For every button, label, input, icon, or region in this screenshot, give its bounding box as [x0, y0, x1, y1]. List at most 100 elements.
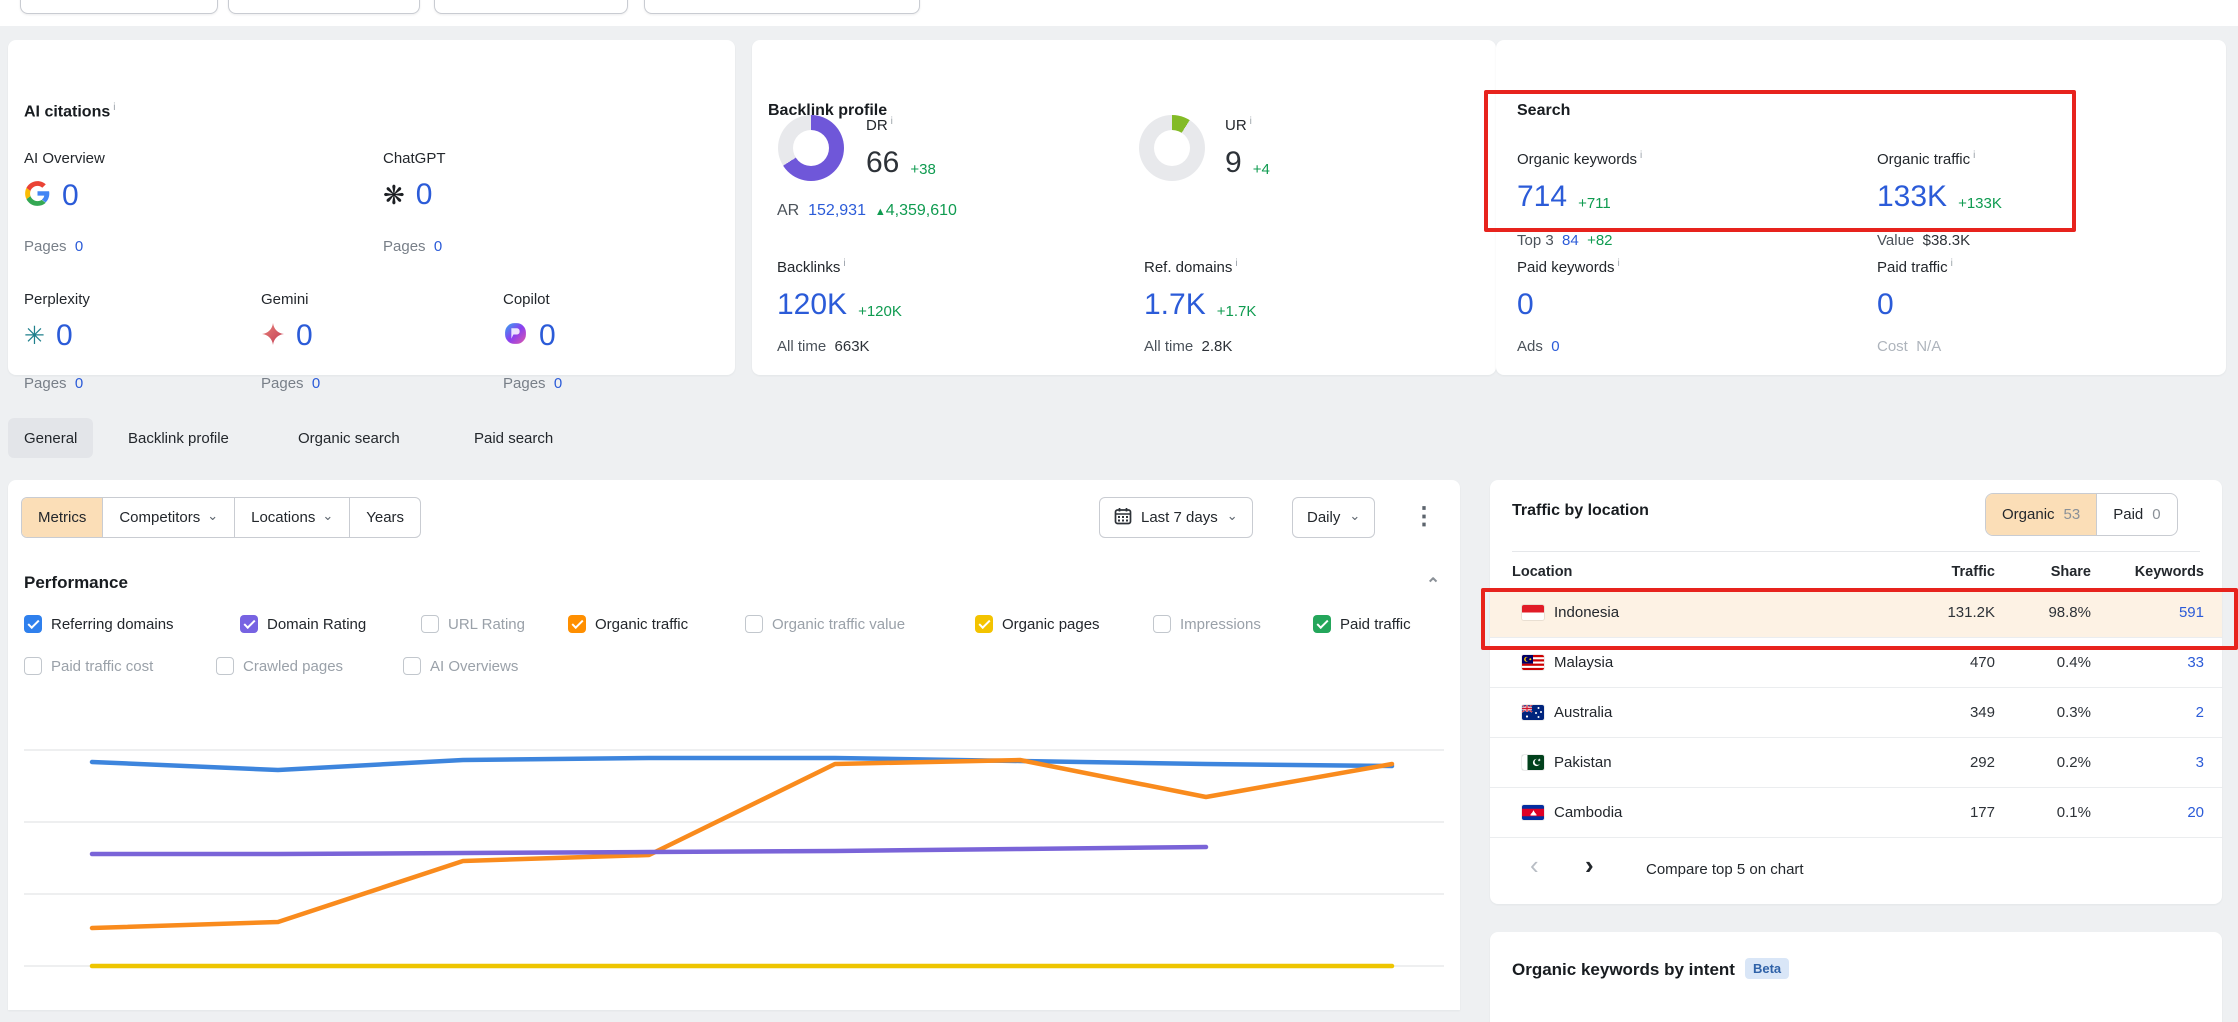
checkbox-organic-pages[interactable]: Organic pages: [975, 613, 1100, 635]
ai-overview-pages: Pages 0: [24, 238, 83, 255]
segment-competitors[interactable]: Competitors⌄: [102, 498, 234, 537]
table-row-indonesia[interactable]: Indonesia 131.2K 98.8% 591: [1490, 588, 2222, 638]
checkbox-box[interactable]: [1153, 615, 1171, 633]
main-performance-panel: Metrics Competitors⌄ Locations⌄ Years La…: [8, 480, 1460, 1010]
info-icon[interactable]: i: [1235, 258, 1237, 269]
table-row-australia[interactable]: Australia 349 0.3% 2: [1490, 688, 2222, 738]
ref-domains-label: Ref. domainsi: [1144, 258, 1238, 276]
cutoff-control-box[interactable]: [20, 0, 218, 14]
chevron-down-icon: ⌄: [1349, 509, 1360, 522]
checkbox-box[interactable]: [421, 615, 439, 633]
cutoff-control-box[interactable]: [228, 0, 420, 14]
chevron-down-icon: ⌄: [207, 509, 218, 522]
segment-years[interactable]: Years: [349, 498, 420, 537]
checkbox-referring-domains[interactable]: Referring domains: [24, 613, 174, 635]
checkbox-domain-rating[interactable]: Domain Rating: [240, 613, 366, 635]
checkbox-paid-traffic-cost[interactable]: Paid traffic cost: [24, 655, 153, 677]
backlinks-label: Backlinksi: [777, 258, 846, 276]
tab-backlink-profile[interactable]: Backlink profile: [112, 418, 245, 458]
ai-overview-value[interactable]: 0: [62, 181, 79, 211]
keywords-link[interactable]: 3: [2091, 754, 2204, 771]
compare-top5-link[interactable]: Compare top 5 on chart: [1646, 861, 1804, 878]
collapse-section-icon[interactable]: ⌃: [1426, 575, 1440, 595]
cutoff-control-box[interactable]: [434, 0, 628, 14]
table-row-pakistan[interactable]: Pakistan 292 0.2% 3: [1490, 738, 2222, 788]
table-row-malaysia[interactable]: Malaysia 470 0.4% 33: [1490, 638, 2222, 688]
backlink-profile-card: Backlink profile DRi 66 +38 AR 152,931 ▲…: [752, 40, 1496, 375]
keywords-link[interactable]: 591: [2091, 604, 2204, 621]
copilot-label: Copilot: [503, 291, 550, 308]
checkbox-box[interactable]: [1313, 615, 1331, 633]
segment-metrics[interactable]: Metrics: [22, 498, 102, 537]
checkbox-paid-traffic[interactable]: Paid traffic: [1313, 613, 1411, 635]
tab-paid-search[interactable]: Paid search: [458, 418, 569, 458]
chatgpt-value[interactable]: 0: [416, 180, 433, 210]
chatgpt-icon: ❋: [383, 182, 405, 208]
keywords-link[interactable]: 20: [2091, 804, 2204, 821]
info-icon[interactable]: i: [1951, 258, 1953, 269]
checkbox-box[interactable]: [24, 657, 42, 675]
paid-keywords-value[interactable]: 0: [1517, 290, 1534, 320]
cutoff-control-box[interactable]: [644, 0, 920, 14]
col-share[interactable]: Share: [1995, 564, 2091, 580]
backlinks-value[interactable]: 120K: [777, 290, 847, 320]
search-title: Search: [1517, 102, 1570, 120]
ur-label: URi: [1225, 116, 1252, 134]
ur-value: 9: [1225, 148, 1242, 178]
info-icon[interactable]: i: [1250, 116, 1252, 127]
checkbox-url-rating[interactable]: URL Rating: [421, 613, 525, 635]
keywords-link[interactable]: 2: [2091, 704, 2204, 721]
toggle-paid[interactable]: Paid0: [2096, 494, 2176, 535]
checkbox-box[interactable]: [568, 615, 586, 633]
copilot-icon: [503, 321, 528, 351]
checkbox-organic-traffic[interactable]: Organic traffic: [568, 613, 688, 635]
info-icon[interactable]: i: [113, 102, 115, 113]
calendar-icon: [1114, 507, 1132, 529]
backlinks-alltime: All time 663K: [777, 338, 870, 355]
kebab-menu-icon[interactable]: ⋮: [1412, 502, 1436, 531]
perplexity-value[interactable]: 0: [56, 321, 73, 351]
segment-locations[interactable]: Locations⌄: [234, 498, 349, 537]
checkbox-crawled-pages[interactable]: Crawled pages: [216, 655, 343, 677]
info-icon[interactable]: i: [1640, 150, 1642, 161]
checkbox-box[interactable]: [403, 657, 421, 675]
checkbox-organic-traffic-value[interactable]: Organic traffic value: [745, 613, 905, 635]
dr-value: 66: [866, 148, 899, 178]
col-location[interactable]: Location: [1512, 564, 1875, 580]
info-icon[interactable]: i: [1618, 258, 1620, 269]
checkbox-box[interactable]: [240, 615, 258, 633]
checkbox-impressions[interactable]: Impressions: [1153, 613, 1261, 635]
granularity-button[interactable]: Daily ⌄: [1292, 497, 1375, 538]
organic-traffic-value[interactable]: 133K: [1877, 182, 1947, 212]
domain-rating-line: [92, 847, 1206, 854]
checkbox-ai-overviews[interactable]: AI Overviews: [403, 655, 518, 677]
info-icon[interactable]: i: [891, 116, 893, 127]
col-traffic[interactable]: Traffic: [1875, 564, 1995, 580]
flag-malaysia-icon: [1522, 655, 1544, 670]
checkbox-box[interactable]: [24, 615, 42, 633]
col-keywords[interactable]: Keywords: [2091, 564, 2204, 580]
checkbox-box[interactable]: [216, 657, 234, 675]
paid-traffic-value[interactable]: 0: [1877, 290, 1894, 320]
copilot-value[interactable]: 0: [539, 321, 556, 351]
ref-domains-value[interactable]: 1.7K: [1144, 290, 1206, 320]
value-row: Value $38.3K: [1877, 232, 1970, 249]
info-icon[interactable]: i: [843, 258, 845, 269]
pagination-next-icon[interactable]: ›: [1585, 852, 1594, 878]
info-icon[interactable]: i: [1973, 150, 1975, 161]
gemini-value[interactable]: 0: [296, 321, 313, 351]
date-range-button[interactable]: Last 7 days ⌄: [1099, 497, 1253, 538]
checkbox-box[interactable]: [745, 615, 763, 633]
table-row-cambodia[interactable]: Cambodia 177 0.1% 20: [1490, 788, 2222, 838]
tab-general[interactable]: General: [8, 418, 93, 458]
toggle-organic[interactable]: Organic53: [1986, 494, 2096, 535]
tab-organic-search[interactable]: Organic search: [282, 418, 416, 458]
keywords-link[interactable]: 33: [2091, 654, 2204, 671]
referring-domains-line: [92, 758, 1392, 770]
chatgpt-pages: Pages 0: [383, 238, 442, 255]
organic-keywords-value[interactable]: 714: [1517, 182, 1567, 212]
pagination-prev-icon[interactable]: ‹: [1530, 852, 1539, 878]
organic-traffic-label: Organic traffici: [1877, 150, 1975, 168]
checkbox-box[interactable]: [975, 615, 993, 633]
organic-keywords-label: Organic keywordsi: [1517, 150, 1642, 168]
